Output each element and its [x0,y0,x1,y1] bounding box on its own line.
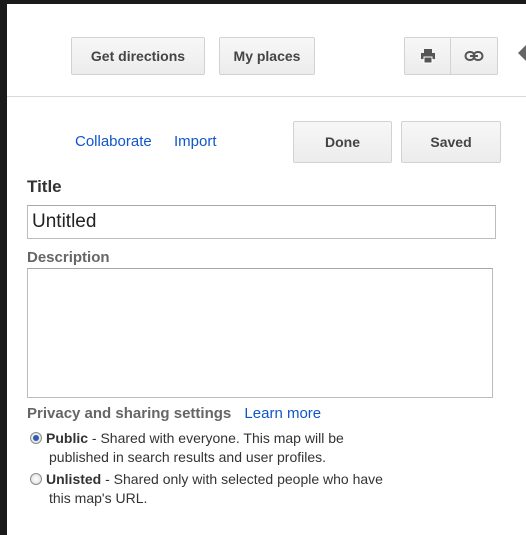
saved-button[interactable]: Saved [401,121,501,163]
top-toolbar: Get directions My places [7,4,526,97]
option-desc-cont: published in search results and user pro… [49,449,327,465]
radio-public[interactable] [30,432,42,444]
print-icon [420,49,435,64]
privacy-option-public[interactable]: Public - Shared with everyone. This map … [30,429,510,467]
my-places-button[interactable]: My places [219,37,315,75]
radio-unlisted[interactable] [30,473,42,485]
link-button[interactable] [450,37,498,75]
link-icon [464,51,484,61]
get-directions-button[interactable]: Get directions [71,37,205,75]
learn-more-link[interactable]: Learn more [244,405,321,422]
window-frame-left [0,0,7,535]
option-desc-cont: this map's URL. [49,490,148,506]
print-button[interactable] [404,37,451,75]
option-name: Unlisted [46,471,102,487]
title-input[interactable] [27,205,496,239]
title-label: Title [27,177,62,196]
option-name: Public [46,430,89,446]
collapse-panel-icon[interactable] [518,45,526,61]
privacy-option-unlisted[interactable]: Unlisted - Shared only with selected peo… [30,470,510,508]
privacy-settings-label: Privacy and sharing settings [27,405,232,422]
option-desc: - Shared with everyone. This map will be [88,430,344,446]
import-link[interactable]: Import [174,133,217,150]
privacy-settings-row: Privacy and sharing settings Learn more [27,405,321,422]
option-desc: - Shared only with selected people who h… [101,471,383,487]
description-textarea[interactable] [27,268,493,398]
description-label: Description [27,249,110,266]
collaborate-link[interactable]: Collaborate [75,133,152,150]
done-button[interactable]: Done [293,121,392,163]
